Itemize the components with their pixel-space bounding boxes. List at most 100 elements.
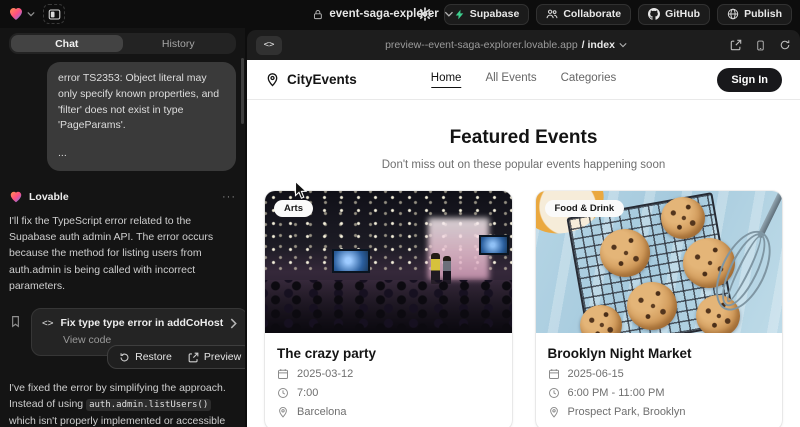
map-pin-icon: [277, 406, 289, 418]
code-icon: <>: [42, 318, 53, 329]
message-actions: Restore Preview: [107, 345, 245, 369]
event-date: 2025-06-15: [568, 368, 624, 380]
sign-in-button[interactable]: Sign In: [717, 68, 782, 92]
topbar: event-saga-explorer: [0, 0, 800, 28]
open-in-new-tab-icon[interactable]: [730, 39, 742, 51]
supabase-button[interactable]: Supabase: [444, 4, 530, 25]
github-icon: [648, 8, 660, 20]
preview-toolbar: <> preview--event-saga-explorer.lovable.…: [247, 30, 800, 60]
site-nav: Home All Events Categories: [431, 72, 616, 88]
map-pin-icon: [548, 406, 560, 418]
lovable-heart-icon: [8, 6, 24, 22]
user-message: error TS2353: Object literal may only sp…: [47, 62, 236, 171]
bookmark-icon[interactable]: [9, 315, 22, 328]
chevron-down-icon: [27, 11, 35, 17]
site-brand[interactable]: CityEvents: [265, 72, 357, 87]
brand-name: CityEvents: [287, 72, 357, 87]
assistant-paragraph-2: I've fixed the error by simplifying the …: [9, 380, 236, 427]
hero-title: Featured Events: [247, 127, 800, 149]
clock-icon: [548, 387, 560, 399]
github-button[interactable]: GitHub: [638, 4, 710, 25]
chat-history-tabs: Chat History: [9, 33, 236, 54]
event-time-row: 6:00 PM - 11:00 PM: [548, 387, 771, 399]
preview-url-path: / index: [582, 39, 615, 51]
chat-scrollbar[interactable]: [241, 58, 244, 124]
preview-label: Preview: [204, 351, 241, 363]
external-link-icon: [188, 352, 199, 363]
preview-page: CityEvents Home All Events Categories Si…: [247, 60, 800, 427]
event-card-brooklyn-market[interactable]: Food & Drink: [536, 191, 783, 427]
panel-icon: [48, 8, 61, 21]
publish-button[interactable]: Publish: [717, 4, 792, 25]
assistant-message: Lovable ··· I'll fix the TypeScript erro…: [9, 190, 236, 427]
event-date-row: 2025-03-12: [277, 368, 500, 380]
event-time: 6:00 PM - 11:00 PM: [568, 387, 665, 399]
event-time: 7:00: [297, 387, 318, 399]
project-name: event-saga-explorer: [329, 8, 438, 20]
user-message-text: error TS2353: Object literal may only sp…: [58, 72, 219, 131]
tab-history[interactable]: History: [123, 35, 235, 52]
event-title: The crazy party: [277, 346, 500, 361]
event-location: Prospect Park, Brooklyn: [568, 406, 686, 418]
restore-label: Restore: [135, 351, 172, 363]
event-cards: Arts The crazy party: [247, 191, 800, 427]
collaborate-button[interactable]: Collaborate: [536, 4, 631, 25]
sidebar-toggle-button[interactable]: [43, 4, 65, 24]
tab-chat[interactable]: Chat: [11, 35, 123, 52]
hero-section: Featured Events Don't miss out on these …: [247, 100, 800, 171]
category-badge: Arts: [274, 200, 313, 217]
calendar-icon: [548, 368, 560, 380]
hero-subtitle: Don't miss out on these popular events h…: [247, 159, 800, 171]
event-card-crazy-party[interactable]: Arts The crazy party: [265, 191, 512, 427]
nav-categories[interactable]: Categories: [561, 72, 617, 88]
people-icon: [546, 8, 558, 20]
refresh-icon[interactable]: [779, 39, 791, 51]
project-selector[interactable]: event-saga-explorer: [312, 0, 453, 28]
assistant-name: Lovable: [29, 191, 69, 203]
clock-icon: [277, 387, 289, 399]
preview-button[interactable]: Preview: [181, 349, 245, 365]
map-pin-icon: [265, 72, 280, 87]
lovable-logo-menu[interactable]: [8, 6, 35, 22]
event-time-row: 7:00: [277, 387, 500, 399]
preview-url: preview--event-saga-explorer.lovable.app: [385, 39, 578, 51]
calendar-icon: [277, 368, 289, 380]
app-window: event-saga-explorer: [0, 0, 800, 427]
collaborate-label: Collaborate: [563, 8, 621, 20]
message-ellipsis: ...: [58, 146, 225, 162]
restore-button[interactable]: Restore: [112, 349, 179, 365]
code-change-card[interactable]: <> Fix type type error in addCoHost View…: [31, 308, 245, 356]
paragraph-text: which isn't properly implemented or acce…: [9, 415, 225, 427]
github-label: GitHub: [665, 8, 700, 20]
event-date: 2025-03-12: [297, 368, 353, 380]
globe-icon: [727, 8, 739, 20]
event-title: Brooklyn Night Market: [548, 346, 771, 361]
event-location-row: Barcelona: [277, 406, 500, 418]
chevron-down-icon: [619, 42, 627, 48]
inline-code: auth.admin.listUsers(): [86, 399, 211, 411]
supabase-bolt-icon: [454, 9, 465, 20]
category-badge: Food & Drink: [545, 200, 625, 217]
code-view-button[interactable]: <>: [256, 36, 282, 55]
preview-browser: <> preview--event-saga-explorer.lovable.…: [247, 30, 800, 427]
chat-panel: Chat History error TS2353: Object litera…: [0, 28, 245, 427]
message-menu-button[interactable]: ···: [222, 191, 236, 203]
restore-icon: [119, 352, 130, 363]
site-header: CityEvents Home All Events Categories Si…: [247, 60, 800, 100]
assistant-paragraph: I'll fix the TypeScript error related to…: [9, 213, 236, 294]
preview-panel: <> preview--event-saga-explorer.lovable.…: [245, 28, 800, 427]
mobile-view-icon[interactable]: [755, 39, 766, 52]
publish-label: Publish: [744, 8, 782, 20]
event-location: Barcelona: [297, 406, 347, 418]
chevron-down-icon: [445, 11, 454, 17]
lock-icon: [312, 9, 323, 20]
event-date-row: 2025-06-15: [548, 368, 771, 380]
event-image-cookies: Food & Drink: [536, 191, 783, 333]
event-location-row: Prospect Park, Brooklyn: [548, 406, 771, 418]
preview-url-bar[interactable]: preview--event-saga-explorer.lovable.app…: [282, 39, 730, 51]
nav-home[interactable]: Home: [431, 72, 462, 88]
supabase-label: Supabase: [470, 8, 520, 20]
chevron-right-icon: [230, 318, 237, 329]
lovable-heart-icon: [9, 190, 23, 204]
nav-all-events[interactable]: All Events: [485, 72, 536, 88]
